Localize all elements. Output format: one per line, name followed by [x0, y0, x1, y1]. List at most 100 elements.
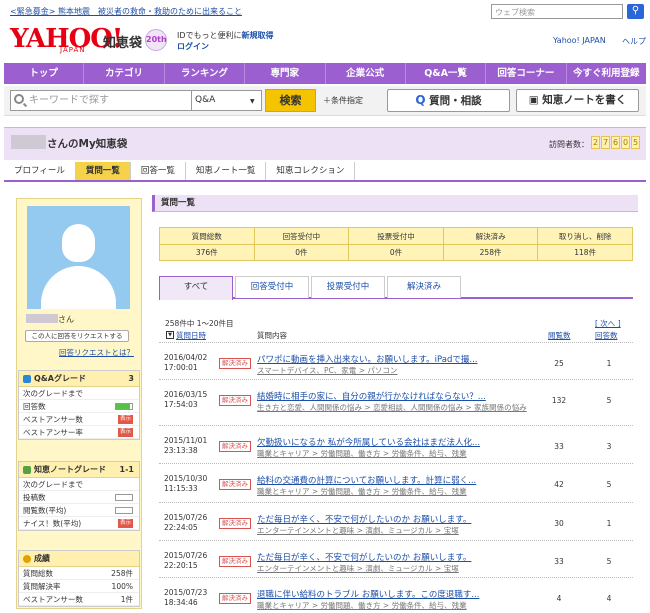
- section-title: 質問一覧: [152, 195, 638, 212]
- result-count: 258件中 1～20件目: [165, 319, 234, 328]
- login-link[interactable]: ログイン: [177, 41, 209, 52]
- table-row: 2015/07/26 22:24:05 解決済み ただ毎日が辛く、不安で何がした…: [159, 502, 633, 539]
- note-grade-box: 知恵ノートグレード 1-1 次のグレードまで 投稿数 閲覧数(平均) ナイス！数(…: [18, 461, 140, 531]
- yahoo-japan-link[interactable]: Yahoo! JAPAN: [553, 36, 606, 45]
- filter-all[interactable]: すべて: [159, 276, 233, 300]
- anniversary-badge-icon: 20th: [145, 29, 167, 51]
- filter-solved[interactable]: 解決済み: [387, 276, 461, 298]
- column-content: 質問内容: [257, 331, 287, 340]
- service-name[interactable]: 知恵袋: [103, 32, 142, 51]
- filter-voting[interactable]: 投票受付中: [311, 276, 385, 298]
- question-answers: 4: [606, 594, 612, 603]
- question-category-link[interactable]: 職業とキャリア > 労働問題、働き方 > 労働条件、給与、残業: [257, 449, 527, 459]
- question-category-link[interactable]: 職業とキャリア > 労働問題、働き方 > 労働条件、給与、残業: [257, 601, 527, 611]
- username-redacted: [11, 135, 46, 149]
- my-chiebukuro-title: さんのMy知恵袋: [47, 138, 128, 150]
- note-grade-row: 投稿数: [19, 491, 139, 504]
- qa-grade-row: ベストアンサー数 表示: [19, 413, 139, 426]
- question-date: 2015/10/30 11:15:33: [164, 474, 208, 493]
- show-badge[interactable]: 表示: [117, 519, 133, 528]
- stat-voting: 投票受付中 0件: [349, 228, 444, 260]
- question-category-link[interactable]: 職業とキャリア > 労働問題、働き方 > 労働条件、給与、残業: [257, 487, 527, 497]
- q-icon: Q: [415, 93, 426, 107]
- question-date: 2015/07/26 22:24:05: [164, 513, 208, 532]
- avatar-body: [41, 266, 116, 309]
- nav-experts[interactable]: 専門家: [245, 63, 326, 84]
- stat-solved: 解決済み 258件: [443, 228, 539, 260]
- question-category-link[interactable]: 生き方と恋愛、人間関係の悩み > 恋愛相談、人間関係の悩み > 家族関係の悩み: [257, 403, 527, 413]
- emergency-donation-link[interactable]: <緊急募金> 熊本地震 被災者の救命・救助のために出来ること: [10, 6, 242, 17]
- sidebar-username-redacted: [26, 314, 58, 323]
- tab-answers[interactable]: 回答一覧: [131, 162, 186, 180]
- yahoo-logo-japan: JAPAN: [60, 46, 86, 54]
- search-button[interactable]: 検索: [265, 89, 316, 112]
- question-answers: 1: [606, 359, 612, 368]
- web-search-input[interactable]: ウェブ検索: [491, 4, 623, 19]
- qa-grade-header: Q&Aグレード 3: [19, 371, 139, 387]
- nav-qa-list[interactable]: Q&A一覧: [406, 63, 487, 84]
- question-date: 2015/07/23 18:34:46: [164, 588, 208, 607]
- table-row: 2015/07/23 18:34:46 解決済み 退職に伴い給料のトラブル お願…: [159, 577, 633, 613]
- question-date: 2016/03/15 17:54:03: [164, 390, 208, 409]
- write-note-button[interactable]: ▣ 知恵ノートを書く: [516, 89, 639, 112]
- results-row: ベストアンサー数 1件: [19, 593, 139, 606]
- column-views[interactable]: 閲覧数: [548, 330, 571, 341]
- qa-grade-row: ベストアンサー率 表示: [19, 426, 139, 439]
- question-answers: 1: [606, 519, 612, 528]
- visits-digit: 5: [631, 136, 640, 149]
- note-icon: ▣: [528, 94, 539, 106]
- nav-ranking[interactable]: ランキング: [165, 63, 246, 84]
- ask-question-button[interactable]: Q 質問・相談: [387, 89, 510, 112]
- question-answers: 5: [606, 557, 612, 566]
- signup-link[interactable]: 新規取得: [242, 31, 274, 40]
- nav-category[interactable]: カテゴリ: [84, 63, 165, 84]
- tab-questions[interactable]: 質問一覧: [75, 162, 131, 180]
- help-link[interactable]: ヘルプ: [622, 36, 646, 47]
- results-box: 成績 質問総数 258件 質問解決率 100% ベストアンサー数 1件: [18, 550, 140, 607]
- question-views: 25: [554, 359, 564, 368]
- solved-badge: 解決済み: [219, 479, 251, 490]
- nav-top[interactable]: トップ: [4, 63, 85, 84]
- stat-deleted: 取り消し、削除 118件: [538, 228, 632, 260]
- results-row: 質問解決率 100%: [19, 580, 139, 593]
- profile-tabs: プロフィール 質問一覧 回答一覧 知恵ノート一覧 知恵コレクション: [4, 162, 646, 182]
- question-category-link[interactable]: エンターテインメントと趣味 > 演劇、ミュージカル > 宝塚: [257, 526, 527, 536]
- request-help-link[interactable]: 回答リクエストとは？: [59, 347, 134, 358]
- avatar-head: [62, 224, 95, 262]
- answer-progress-bar: [115, 403, 133, 410]
- filter-open[interactable]: 回答受付中: [235, 276, 309, 298]
- request-answer-button[interactable]: この人に回答をリクエストする: [25, 330, 129, 342]
- qa-grade-row: 回答数: [19, 400, 139, 413]
- note-grade-row: ナイス！数(平均) 表示: [19, 517, 139, 530]
- search-icon: ⚲: [631, 5, 640, 16]
- show-badge[interactable]: 表示: [117, 415, 133, 424]
- nav-answer-corner[interactable]: 回答コーナー: [486, 63, 567, 84]
- question-category-link[interactable]: エンターテインメントと趣味 > 演劇、ミュージカル > 宝塚: [257, 564, 527, 574]
- condition-link[interactable]: ＋条件指定: [323, 95, 363, 106]
- web-search-button[interactable]: ⚲: [627, 4, 644, 19]
- nav-register[interactable]: 今すぐ利用登録: [567, 63, 646, 84]
- tab-collection[interactable]: 知恵コレクション: [266, 162, 356, 180]
- question-views: 33: [554, 557, 564, 566]
- plus-icon: ＋: [323, 96, 331, 105]
- show-badge[interactable]: 表示: [117, 428, 133, 437]
- question-category-link[interactable]: スマートデバイス、PC、家電 > パソコン: [257, 366, 527, 376]
- nav-official[interactable]: 企業公式: [326, 63, 406, 84]
- tab-notes[interactable]: 知恵ノート一覧: [186, 162, 267, 180]
- question-filter-tabs: すべて 回答受付中 投票受付中 解決済み: [159, 276, 633, 300]
- visits-digit: 0: [621, 136, 630, 149]
- visits-digit: 7: [601, 136, 610, 149]
- question-views: 30: [554, 519, 564, 528]
- column-date[interactable]: 質問日時: [165, 330, 206, 341]
- table-row: 2015/07/26 22:20:15 解決済み ただ毎日が辛く、不安で何がした…: [159, 540, 633, 576]
- keyword-search-input[interactable]: キーワードで探す: [10, 90, 192, 111]
- tab-profile[interactable]: プロフィール: [4, 162, 76, 180]
- avatar: [27, 206, 130, 309]
- qa-grade-row: 次のグレードまで: [19, 387, 139, 400]
- question-views: 42: [554, 480, 564, 489]
- next-page-link[interactable]: [ 次へ ]: [595, 318, 621, 329]
- id-promo-text: IDでもっと便利に新規取得: [177, 31, 274, 40]
- visits-label: 訪問者数：: [549, 140, 589, 149]
- column-answers[interactable]: 回答数: [595, 330, 618, 341]
- question-views: 4: [556, 594, 562, 603]
